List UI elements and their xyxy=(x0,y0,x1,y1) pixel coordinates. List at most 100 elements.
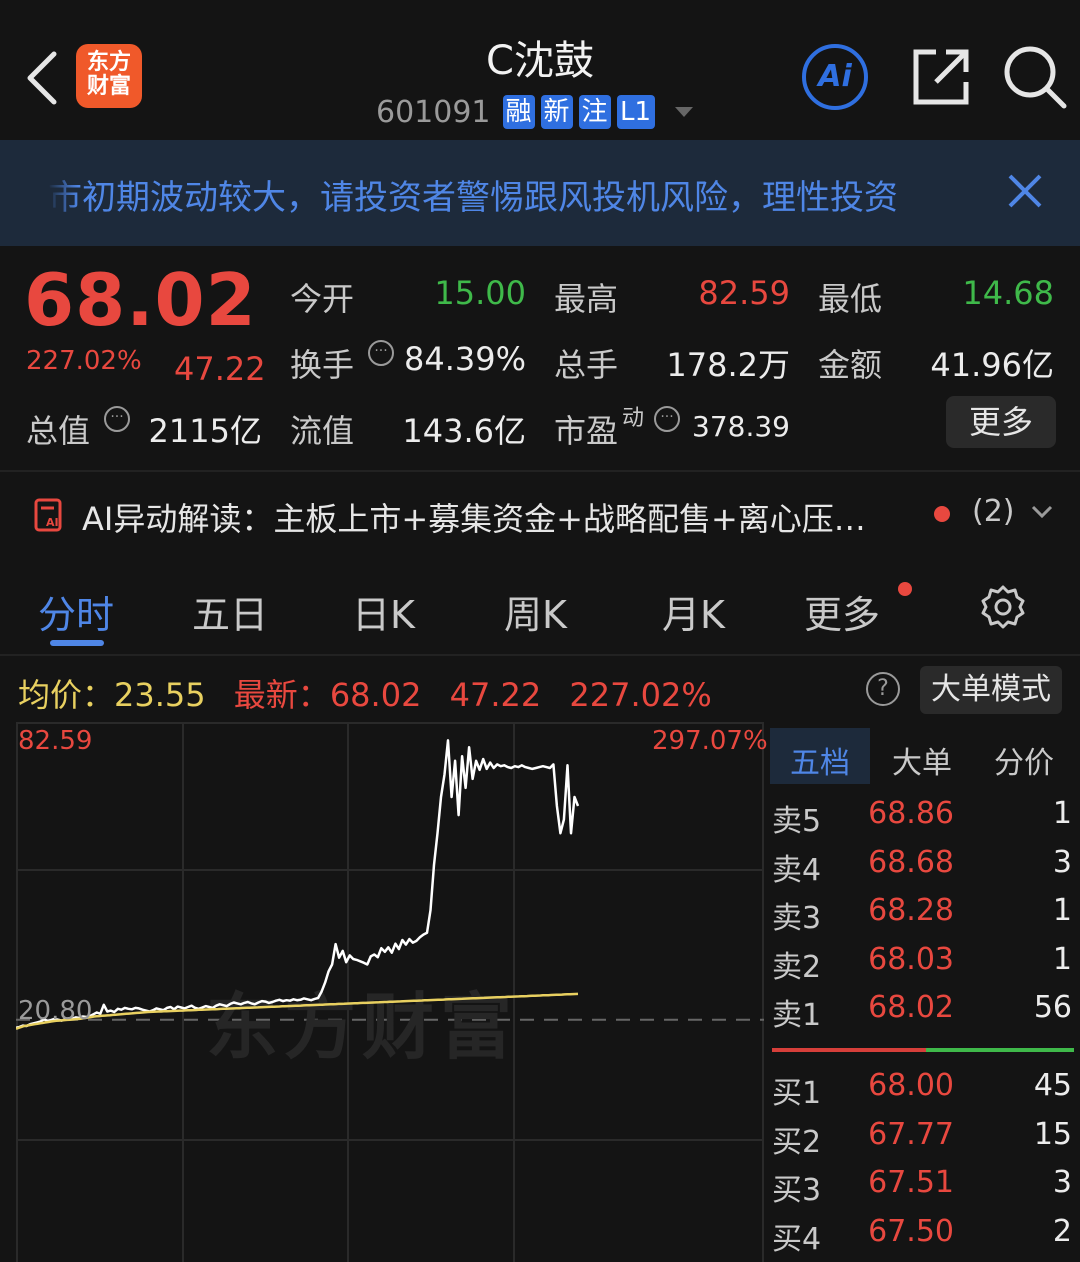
level-name: 卖4 xyxy=(772,852,822,888)
bids-row[interactable]: 买1 68.00 45 xyxy=(772,1068,1072,1116)
reference-price-label: 20.80 xyxy=(18,996,93,1026)
y-axis-top-percent: 297.07% xyxy=(652,726,768,756)
y-axis-top-label: 82.59 xyxy=(18,726,93,756)
tag-level1: L1 xyxy=(616,95,655,129)
latest-percent: 227.02% xyxy=(569,676,712,714)
level-price: 68.00 xyxy=(868,1068,954,1103)
asks-row[interactable]: 卖5 68.86 1 xyxy=(772,796,1072,844)
level-quantity: 45 xyxy=(1033,1068,1072,1103)
help-icon[interactable]: ? xyxy=(866,672,900,706)
level-quantity: 15 xyxy=(1033,1116,1072,1152)
low-value: 14.68 xyxy=(962,274,1054,312)
pe-type-label: 动 xyxy=(622,406,645,431)
amount-label: 金额 xyxy=(818,346,883,384)
level-quantity: 1 xyxy=(1052,941,1072,977)
ai-insight-count: (2) xyxy=(972,494,1015,529)
latest-label: 最新： xyxy=(233,676,330,714)
high-label: 最高 xyxy=(554,280,619,318)
level-name: 买4 xyxy=(772,1221,822,1257)
tab-more[interactable]: 更多 xyxy=(804,584,880,639)
tag-new: 新 xyxy=(540,95,573,129)
change-percent: 227.02% xyxy=(26,346,142,376)
asks-row[interactable]: 卖4 68.68 3 xyxy=(772,845,1072,893)
mktcap-value: 2115亿 xyxy=(148,412,262,450)
level-name: 卖2 xyxy=(772,949,822,985)
new-badge-dot xyxy=(898,582,912,596)
ask-strength-bar xyxy=(926,1048,1074,1052)
stock-code-row[interactable]: 601091 融 新 注 L1 xyxy=(376,92,693,132)
level-price: 67.51 xyxy=(868,1165,954,1201)
last-price: 68.02 xyxy=(24,258,257,342)
ai-assistant-button[interactable]: Ai xyxy=(802,44,868,110)
asks-row[interactable]: 卖2 68.03 1 xyxy=(772,942,1072,990)
active-tab-indicator xyxy=(50,640,104,646)
volume-label: 总手 xyxy=(554,346,619,384)
level-name: 买1 xyxy=(772,1076,822,1111)
pe-label: 市盈 xyxy=(554,412,619,450)
stock-code: 601091 xyxy=(376,94,491,130)
svg-text:AI: AI xyxy=(46,516,59,529)
risk-warning-text: 市初期波动较大，请投资者警惕跟风投机风险，理性投资 xyxy=(48,178,898,218)
more-quote-button[interactable]: 更多 xyxy=(946,396,1056,448)
ai-report-icon: AI xyxy=(34,498,62,532)
change-amount: 47.22 xyxy=(174,350,266,388)
amount-value: 41.96亿 xyxy=(930,346,1054,384)
open-label: 今开 xyxy=(290,280,355,318)
chevron-down-icon[interactable] xyxy=(1030,502,1054,522)
turnover-label: 换手 xyxy=(290,346,355,384)
bid-strength-bar xyxy=(772,1048,926,1052)
low-label: 最低 xyxy=(818,280,883,318)
ai-insight-text[interactable]: AI异动解读：主板上市+募集资金+战略配售+离心压… xyxy=(82,494,866,540)
big-order-mode-button[interactable]: 大单模式 xyxy=(920,666,1062,714)
latest-change: 47.22 xyxy=(449,676,542,714)
bids-row[interactable]: 买2 67.77 15 xyxy=(772,1117,1072,1165)
avg-value: 23.55 xyxy=(114,676,206,714)
asks-row[interactable]: 卖3 68.28 1 xyxy=(772,893,1072,941)
tab-big-orders[interactable]: 大单 xyxy=(892,738,952,782)
tab-weekly-k[interactable]: 周K xyxy=(504,584,567,639)
level-name: 买3 xyxy=(772,1173,822,1209)
info-icon[interactable]: ··· xyxy=(654,406,680,432)
share-icon[interactable] xyxy=(910,46,972,108)
info-icon[interactable]: ··· xyxy=(368,340,394,366)
tab-daily-k[interactable]: 日K xyxy=(352,584,415,639)
close-icon[interactable] xyxy=(1004,170,1046,212)
tab-five-day[interactable]: 五日 xyxy=(192,584,268,639)
float-label: 流值 xyxy=(290,412,355,450)
latest-value: 68.02 xyxy=(329,676,422,714)
level-price: 68.28 xyxy=(868,893,954,929)
info-icon[interactable]: ··· xyxy=(104,406,130,432)
gear-icon[interactable] xyxy=(980,584,1026,630)
mktcap-label: 总值 xyxy=(26,412,91,450)
float-value: 143.6亿 xyxy=(402,412,526,450)
tab-monthly-k[interactable]: 月K xyxy=(662,584,725,639)
tag-registration: 注 xyxy=(578,95,611,129)
avg-label: 均价： xyxy=(18,676,115,714)
unread-dot xyxy=(934,506,950,522)
level-name: 卖3 xyxy=(772,901,822,937)
bids-row[interactable]: 买4 67.50 2 xyxy=(772,1214,1072,1262)
open-value: 15.00 xyxy=(434,274,526,312)
volume-value: 178.2万 xyxy=(666,346,790,384)
level-price: 67.77 xyxy=(868,1116,954,1152)
level-price: 68.68 xyxy=(868,844,954,880)
tab-five-levels[interactable]: 五档 xyxy=(790,738,850,782)
bids-row[interactable]: 买3 67.51 3 xyxy=(772,1165,1072,1213)
turnover-value: 84.39% xyxy=(403,340,526,378)
level-quantity: 3 xyxy=(1052,844,1072,880)
level-quantity: 56 xyxy=(1033,990,1072,1026)
asks-row[interactable]: 卖1 68.02 56 xyxy=(772,990,1072,1038)
price-summary-row: 均价：23.55 最新：68.02 47.22 227.02% xyxy=(18,670,712,716)
pe-value: 378.39 xyxy=(692,410,790,443)
tab-intraday[interactable]: 分时 xyxy=(38,584,114,639)
caret-down-icon[interactable] xyxy=(674,107,693,117)
search-icon[interactable] xyxy=(1002,44,1068,110)
level-name: 买2 xyxy=(772,1124,822,1160)
level-price: 68.02 xyxy=(868,990,954,1026)
risk-warning-banner: 市初期波动较大，请投资者警惕跟风投机风险，理性投资 xyxy=(0,140,1080,246)
level-name: 卖5 xyxy=(772,804,822,839)
tab-price-distribution[interactable]: 分价 xyxy=(994,738,1054,782)
level-name: 卖1 xyxy=(772,998,822,1034)
level-price: 68.03 xyxy=(868,941,954,977)
intraday-chart[interactable]: 东方财富 xyxy=(16,722,764,1262)
